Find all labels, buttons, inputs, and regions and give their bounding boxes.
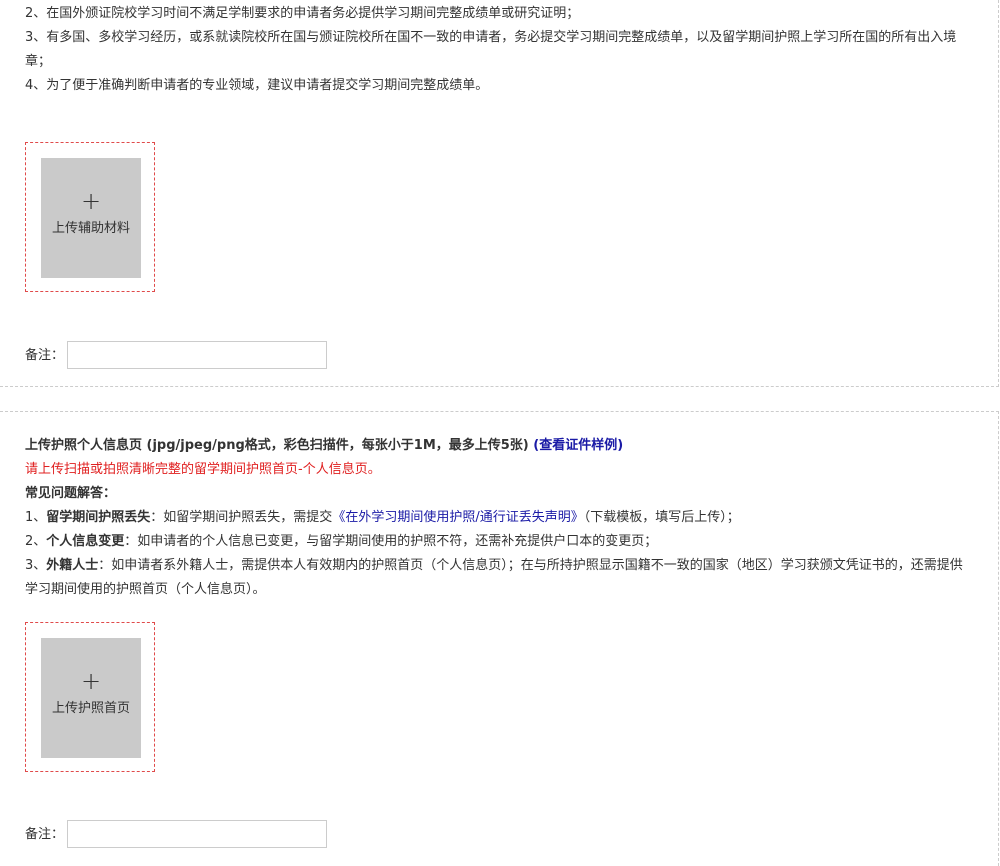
remark-label: 备注：: [25, 348, 65, 363]
faq-prefix: 1、: [25, 510, 47, 525]
passport-section-title: 上传护照个人信息页 (jpg/jpeg/png格式，彩色扫描件，每张小于1M，最…: [25, 434, 975, 458]
plus-icon: +: [80, 667, 102, 695]
remark-input[interactable]: [67, 820, 327, 848]
passport-warning: 请上传扫描或拍照清晰完整的留学期间护照首页-个人信息页。: [25, 462, 381, 477]
supporting-materials-section: 2、在国外颁证院校学习时间不满足学制要求的申请者务必提供学习期间完整成绩单或研究…: [0, 0, 999, 387]
faq-item-lost-passport: 1、留学期间护照丢失：如留学期间护照丢失，需提交《在外学习期间使用护照/通行证丢…: [25, 506, 975, 530]
faq-text-after: （下载模板，填写后上传）；: [583, 510, 740, 525]
upload-label: 上传辅助材料: [51, 221, 130, 236]
faq-text: ：如申请者的个人信息已变更，与留学期间使用的护照不符，还需补充提供户口本的变更页…: [124, 534, 658, 549]
view-sample-link[interactable]: (查看证件样例): [533, 438, 623, 453]
faq-term: 外籍人士: [46, 558, 99, 573]
faq-term: 个人信息变更: [46, 534, 125, 549]
faq-item-info-change: 2、个人信息变更：如申请者的个人信息已变更，与留学期间使用的护照不符，还需补充提…: [25, 530, 975, 554]
faq-item-foreigner: 3、外籍人士：如申请者系外籍人士，需提供本人有效期内的护照首页（个人信息页）；在…: [25, 554, 975, 602]
note-item-3: 3、有多国、多校学习经历，或系就读院校所在国与颁证院校所在国不一致的申请者，务必…: [25, 30, 957, 69]
passport-title-text: 上传护照个人信息页 (jpg/jpeg/png格式，彩色扫描件，每张小于1M，最…: [25, 438, 529, 453]
faq-text: ：如申请者系外籍人士，需提供本人有效期内的护照首页（个人信息页）；在与所持护照显…: [25, 558, 963, 597]
faq-title: 常见问题解答：: [25, 486, 117, 501]
faq-term: 留学期间护照丢失: [46, 510, 151, 525]
passport-upload-section: 上传护照个人信息页 (jpg/jpeg/png格式，彩色扫描件，每张小于1M，最…: [0, 411, 999, 866]
faq-text: ：如留学期间护照丢失，需提交: [150, 510, 333, 525]
remark-label: 备注：: [25, 827, 65, 842]
upload-label: 上传护照首页: [51, 701, 130, 716]
upload-supporting-materials-button[interactable]: + 上传辅助材料: [41, 158, 141, 278]
remark-row: 备注：: [25, 341, 327, 371]
note-item-4: 4、为了便于准确判断申请者的专业领域，建议申请者提交学习期间完整成绩单。: [25, 78, 489, 93]
faq-prefix: 2、: [25, 534, 47, 549]
remark-row: 备注：: [25, 820, 327, 850]
passport-upload-frame: + 上传护照首页: [25, 622, 155, 772]
faq-prefix: 3、: [25, 558, 47, 573]
supporting-upload-frame: + 上传辅助材料: [25, 142, 155, 292]
remark-input[interactable]: [67, 341, 327, 369]
lost-passport-declaration-link[interactable]: 《在外学习期间使用护照/通行证丢失声明》: [332, 510, 583, 525]
upload-passport-button[interactable]: + 上传护照首页: [41, 638, 141, 758]
note-item-2: 2、在国外颁证院校学习时间不满足学制要求的申请者务必提供学习期间完整成绩单或研究…: [25, 6, 580, 21]
plus-icon: +: [80, 187, 102, 215]
